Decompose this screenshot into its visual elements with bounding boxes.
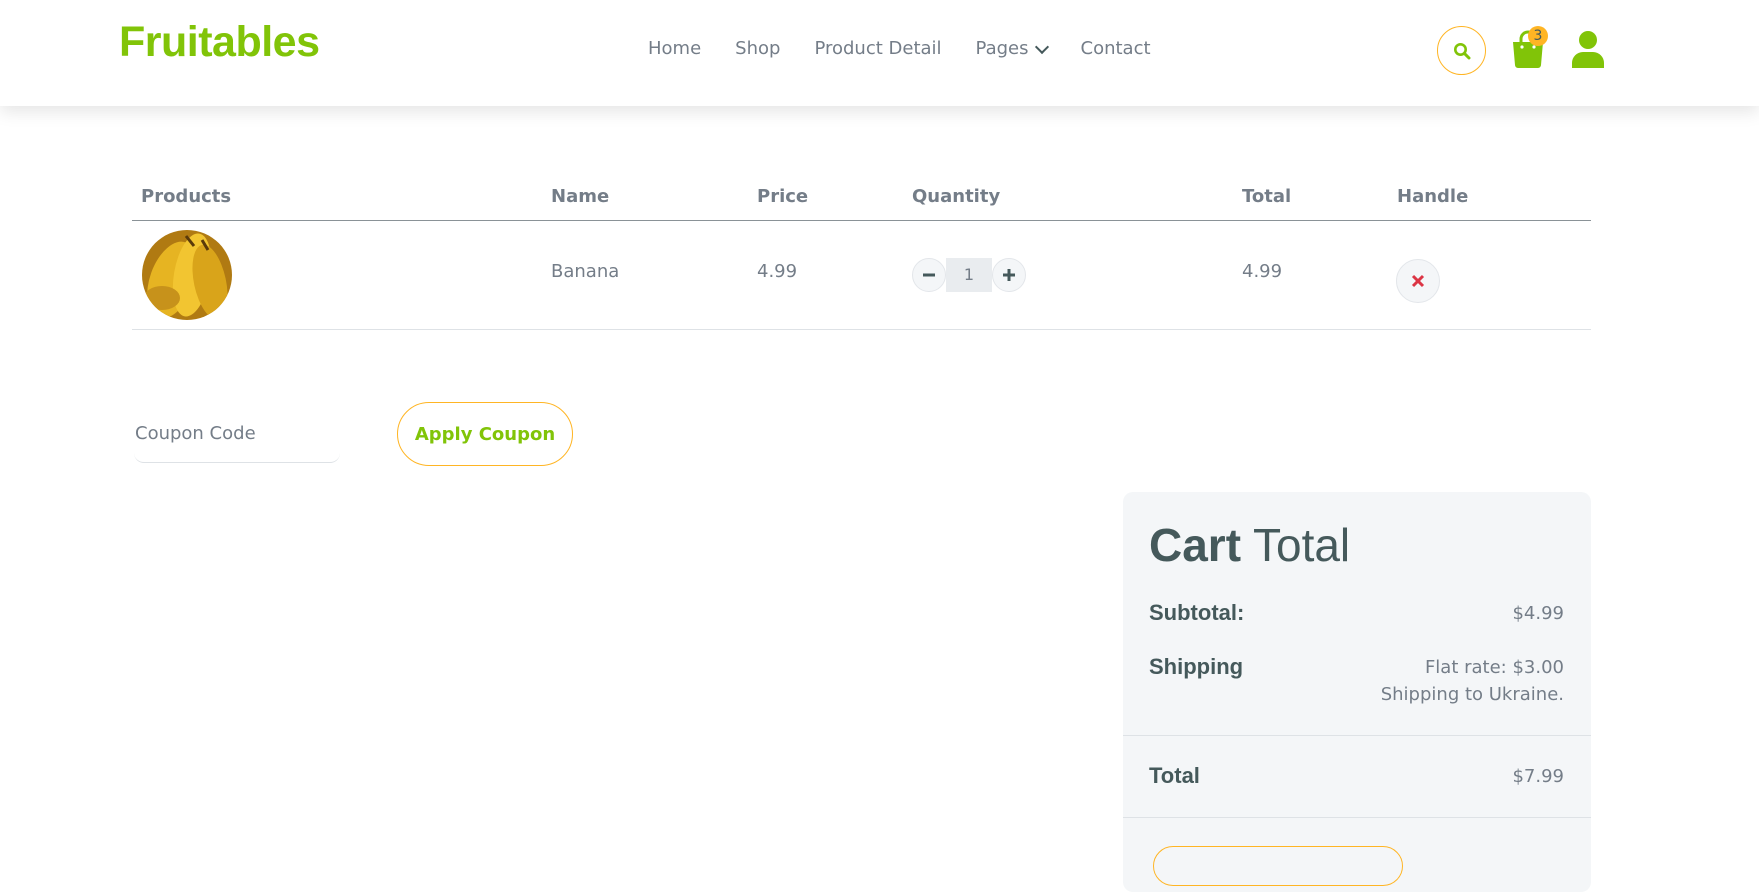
search-icon — [1453, 42, 1470, 59]
minus-icon — [923, 273, 935, 277]
cart-total-panel: Cart Total Subtotal: $4.99 Shipping Flat… — [1123, 492, 1591, 892]
cart-count-badge: 3 — [1528, 26, 1548, 46]
cart-total-title: Cart Total — [1149, 518, 1350, 572]
search-button[interactable] — [1437, 26, 1486, 75]
proceed-checkout-button[interactable] — [1153, 846, 1403, 886]
coupon-code-input[interactable]: Coupon Code — [134, 407, 340, 463]
product-image-banana — [142, 230, 232, 320]
divider — [1123, 817, 1591, 818]
nav-contact[interactable]: Contact — [1081, 38, 1151, 59]
total-label: Total — [1149, 763, 1200, 788]
apply-coupon-button[interactable]: Apply Coupon — [397, 402, 573, 466]
product-name: Banana — [551, 261, 620, 282]
decrease-quantity-button[interactable] — [912, 258, 946, 292]
table-header: Products Name Price Quantity Total Handl… — [132, 180, 1591, 221]
product-price: 4.99 — [757, 261, 798, 282]
nav-product-detail[interactable]: Product Detail — [814, 38, 941, 59]
cart-title-light: Total — [1252, 519, 1351, 571]
header-quantity: Quantity — [912, 186, 1001, 207]
header-price: Price — [757, 186, 809, 207]
close-icon — [1411, 274, 1425, 288]
shipping-rate: Flat rate: $3.00 — [1424, 657, 1564, 678]
nav-pages[interactable]: Pages — [975, 38, 1049, 59]
header-products: Products — [141, 186, 232, 207]
nav-pages-label: Pages — [975, 38, 1029, 59]
quantity-stepper: 1 — [912, 258, 1026, 292]
divider — [1123, 735, 1591, 736]
shipping-destination: Shipping to Ukraine. — [1380, 684, 1564, 705]
header-handle: Handle — [1397, 186, 1469, 207]
cart-table: Products Name Price Quantity Total Handl… — [132, 180, 1591, 330]
nav-shop[interactable]: Shop — [735, 38, 780, 59]
header-name: Name — [551, 186, 610, 207]
chevron-down-icon — [1034, 39, 1049, 54]
product-total: 4.99 — [1242, 261, 1283, 282]
main-nav: Home Shop Product Detail Pages Contact — [648, 38, 1185, 59]
subtotal-value: $4.99 — [1512, 603, 1564, 624]
plus-icon — [1003, 269, 1015, 281]
header-total: Total — [1242, 186, 1292, 207]
table-row: Banana 4.99 1 4.99 — [132, 221, 1591, 330]
total-value: $7.99 — [1512, 766, 1564, 787]
user-icon[interactable] — [1570, 30, 1606, 68]
cart-title-bold: Cart — [1149, 519, 1242, 571]
brand-logo[interactable]: Fruitables — [119, 18, 320, 67]
quantity-input[interactable]: 1 — [946, 258, 992, 292]
shipping-label: Shipping — [1149, 654, 1244, 679]
site-header: Fruitables Home Shop Product Detail Page… — [0, 0, 1759, 106]
remove-item-button[interactable] — [1396, 259, 1440, 303]
increase-quantity-button[interactable] — [992, 258, 1026, 292]
subtotal-label: Subtotal: — [1149, 600, 1245, 625]
nav-home[interactable]: Home — [648, 38, 701, 59]
